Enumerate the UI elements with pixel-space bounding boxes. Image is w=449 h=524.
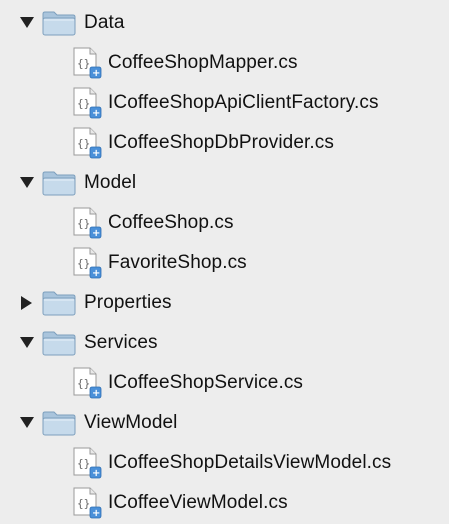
svg-text:+: + [92,148,100,159]
tree-item-label: Model [84,172,137,193]
folder-icon [42,170,76,196]
csharp-file-icon: {} + [72,447,102,479]
tree-file[interactable]: {} + ICoffeeShopService.cs [0,363,449,403]
tree-item-label: ICoffeeShopService.cs [108,372,304,393]
tree-item-label: ICoffeeShopDetailsViewModel.cs [108,452,392,473]
svg-text:+: + [92,228,100,239]
tree-file[interactable]: {} + ICoffeeShopDbProvider.cs [0,123,449,163]
svg-text:{}: {} [77,457,90,470]
tree-file[interactable]: {} + ICoffeeShopApiClientFactory.cs [0,83,449,123]
tree-file[interactable]: {} + FavoriteShop.cs [0,243,449,283]
svg-text:+: + [92,108,100,119]
tree-folder-data[interactable]: Data [0,3,449,43]
csharp-file-icon: {} + [72,47,102,79]
folder-icon [42,410,76,436]
svg-text:{}: {} [77,377,90,390]
svg-text:{}: {} [77,57,90,70]
folder-icon [42,10,76,36]
tree-item-label: Services [84,332,158,353]
tree-item-label: ICoffeeShopDbProvider.cs [108,132,334,153]
folder-icon [42,290,76,316]
tree-folder-viewmodel[interactable]: ViewModel [0,403,449,443]
tree-item-label: Data [84,12,125,33]
tree-item-label: ViewModel [84,412,178,433]
csharp-file-icon: {} + [72,127,102,159]
file-tree: Data {} + CoffeeShopMapper.cs {} + ICoff… [0,0,449,524]
tree-item-label: FavoriteShop.cs [108,252,247,273]
disclosure-triangle-expanded-icon[interactable] [18,414,36,432]
tree-folder-properties[interactable]: Properties [0,283,449,323]
svg-text:{}: {} [77,217,90,230]
svg-text:+: + [92,508,100,519]
tree-item-label: Properties [84,292,172,313]
svg-text:{}: {} [77,257,90,270]
tree-item-label: CoffeeShop.cs [108,212,234,233]
tree-folder-model[interactable]: Model [0,163,449,203]
tree-file[interactable]: {} + CoffeeShop.cs [0,203,449,243]
svg-text:+: + [92,388,100,399]
folder-icon [42,330,76,356]
disclosure-triangle-expanded-icon[interactable] [18,334,36,352]
svg-text:{}: {} [77,97,90,110]
svg-text:+: + [92,468,100,479]
svg-text:+: + [92,268,100,279]
csharp-file-icon: {} + [72,87,102,119]
svg-text:+: + [92,68,100,79]
tree-file[interactable]: {} + CoffeeShopMapper.cs [0,43,449,83]
disclosure-triangle-collapsed-icon[interactable] [18,294,36,312]
svg-text:{}: {} [77,137,90,150]
csharp-file-icon: {} + [72,207,102,239]
svg-text:{}: {} [77,497,90,510]
csharp-file-icon: {} + [72,367,102,399]
csharp-file-icon: {} + [72,247,102,279]
tree-item-label: ICoffeeViewModel.cs [108,492,288,513]
disclosure-triangle-expanded-icon[interactable] [18,174,36,192]
tree-item-label: CoffeeShopMapper.cs [108,52,298,73]
tree-file[interactable]: {} + ICoffeeViewModel.cs [0,483,449,523]
disclosure-triangle-expanded-icon[interactable] [18,14,36,32]
tree-folder-services[interactable]: Services [0,323,449,363]
tree-item-label: ICoffeeShopApiClientFactory.cs [108,92,379,113]
tree-file[interactable]: {} + ICoffeeShopDetailsViewModel.cs [0,443,449,483]
csharp-file-icon: {} + [72,487,102,519]
